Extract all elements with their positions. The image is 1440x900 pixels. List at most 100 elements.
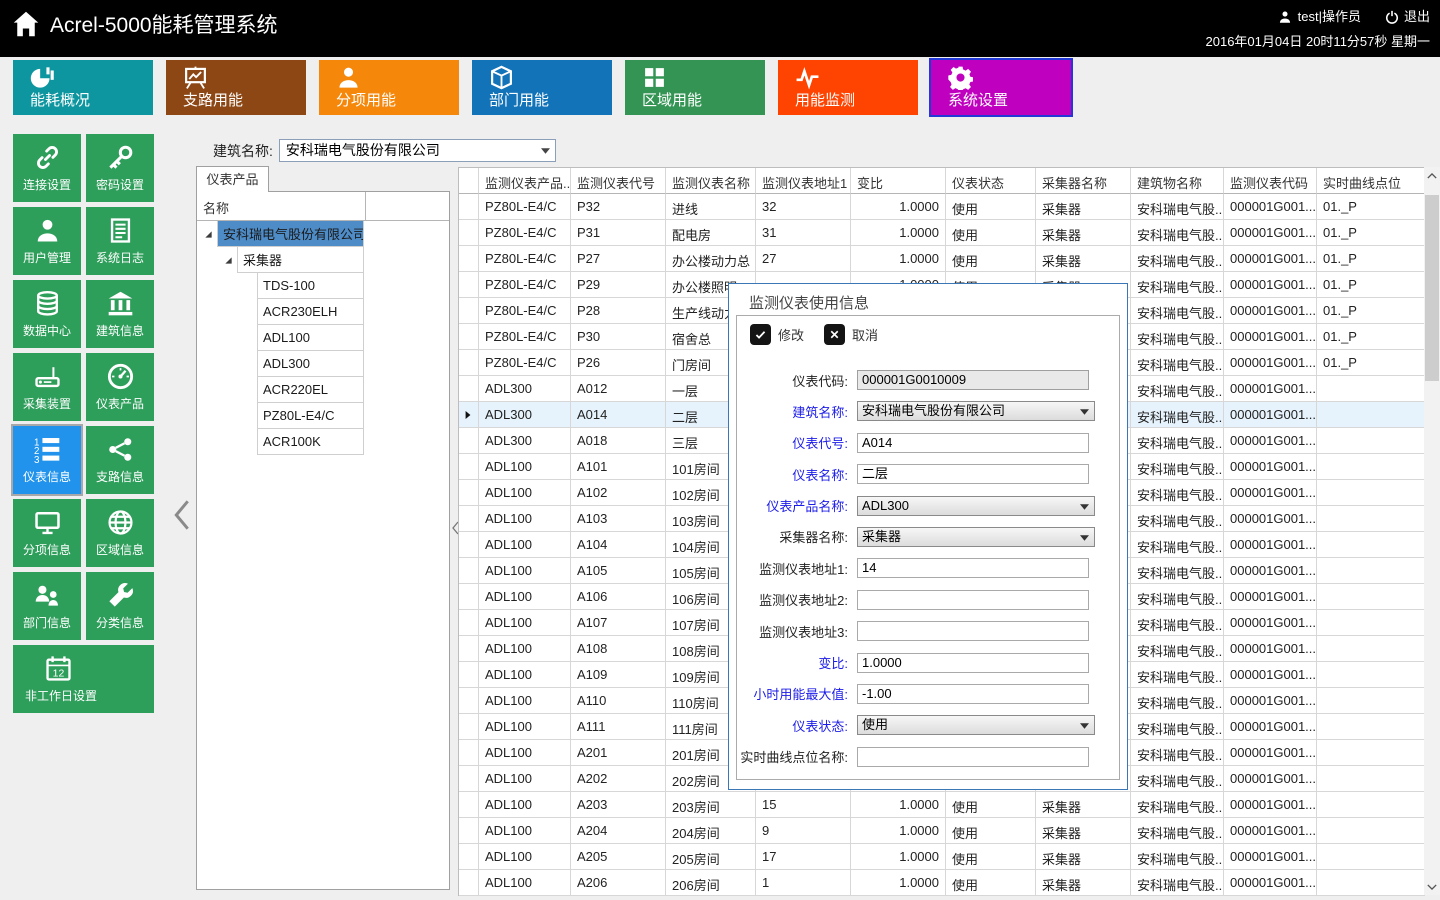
row-selector[interactable] <box>459 818 479 844</box>
tree-node-ACR100K[interactable]: ACR100K <box>257 429 364 455</box>
table-cell[interactable]: 安科瑞电气股... <box>1131 506 1224 532</box>
field-select-仪表状态:[interactable]: 使用 <box>857 715 1095 735</box>
table-cell[interactable]: P26 <box>571 350 666 376</box>
tree-node-TDS-100[interactable]: TDS-100 <box>257 273 364 299</box>
table-cell[interactable]: 000001G001... <box>1224 610 1317 636</box>
row-selector[interactable] <box>459 740 479 766</box>
row-selector[interactable] <box>459 194 479 220</box>
sidebar-item-仪表产品[interactable]: 仪表产品 <box>86 353 154 421</box>
scroll-up-button[interactable] <box>1424 167 1440 184</box>
nav-tile-区域用能[interactable]: 区域用能 <box>625 60 765 115</box>
table-cell[interactable]: 1.0000 <box>851 246 946 272</box>
field-input-实时曲线点位名称:[interactable] <box>857 747 1089 767</box>
table-cell[interactable]: 203房间 <box>666 792 756 818</box>
table-cell[interactable]: 安科瑞电气股... <box>1131 428 1224 454</box>
scroll-down-button[interactable] <box>1424 878 1440 895</box>
table-cell[interactable] <box>1317 662 1425 688</box>
table-cell[interactable]: A104 <box>571 532 666 558</box>
column-header-采集器名称[interactable]: 采集器名称 <box>1036 168 1131 194</box>
table-cell[interactable]: 安科瑞电气股... <box>1131 480 1224 506</box>
table-cell[interactable]: P32 <box>571 194 666 220</box>
table-cell[interactable]: 安科瑞电气股... <box>1131 558 1224 584</box>
table-cell[interactable]: A205 <box>571 844 666 870</box>
expander-open-icon[interactable] <box>224 256 233 265</box>
table-cell[interactable]: 27 <box>756 246 851 272</box>
table-cell[interactable]: A109 <box>571 662 666 688</box>
table-cell[interactable]: 206房间 <box>666 870 756 896</box>
table-cell[interactable] <box>1317 558 1425 584</box>
table-cell[interactable]: ADL100 <box>479 662 571 688</box>
table-cell[interactable]: 204房间 <box>666 818 756 844</box>
table-cell[interactable]: 1.0000 <box>851 870 946 896</box>
row-selector[interactable] <box>459 870 479 896</box>
table-cell[interactable]: 000001G001... <box>1224 558 1317 584</box>
nav-tile-能耗概况[interactable]: 能耗概况 <box>13 60 153 115</box>
dialog-button-修改[interactable]: 修改 <box>750 324 804 345</box>
table-cell[interactable]: 01._P <box>1317 246 1425 272</box>
table-cell[interactable]: PZ80L-E4/C <box>479 194 571 220</box>
row-selector[interactable] <box>459 532 479 558</box>
tree-node-ACR220EL[interactable]: ACR220EL <box>257 377 364 403</box>
row-selector[interactable] <box>459 714 479 740</box>
tree-node-ADL300[interactable]: ADL300 <box>257 351 364 377</box>
table-cell[interactable]: 使用 <box>946 220 1036 246</box>
row-selector[interactable] <box>459 298 479 324</box>
table-cell[interactable]: 000001G001... <box>1224 688 1317 714</box>
table-cell[interactable]: 000001G001... <box>1224 194 1317 220</box>
logout-button[interactable]: 退出 <box>1385 4 1430 29</box>
table-cell[interactable] <box>1317 818 1425 844</box>
table-cell[interactable]: ADL100 <box>479 636 571 662</box>
table-cell[interactable]: ADL100 <box>479 766 571 792</box>
table-cell[interactable]: 安科瑞电气股... <box>1131 532 1224 558</box>
table-cell[interactable]: ADL100 <box>479 688 571 714</box>
row-selector[interactable] <box>459 792 479 818</box>
field-select-采集器名称:[interactable]: 采集器 <box>857 527 1095 547</box>
table-cell[interactable]: PZ80L-E4/C <box>479 220 571 246</box>
table-cell[interactable]: 采集器 <box>1036 870 1131 896</box>
table-cell[interactable]: 01._P <box>1317 350 1425 376</box>
field-input-变比:[interactable]: 1.0000 <box>857 653 1089 673</box>
table-cell[interactable] <box>1317 506 1425 532</box>
column-header-监测仪表代码[interactable]: 监测仪表代码 <box>1224 168 1317 194</box>
sidebar-item-分项信息[interactable]: 分项信息 <box>13 499 81 567</box>
table-cell[interactable]: P31 <box>571 220 666 246</box>
table-cell[interactable]: A111 <box>571 714 666 740</box>
table-cell[interactable]: 采集器 <box>1036 792 1131 818</box>
table-cell[interactable]: A103 <box>571 506 666 532</box>
table-cell[interactable]: 安科瑞电气股... <box>1131 454 1224 480</box>
table-cell[interactable]: A018 <box>571 428 666 454</box>
table-cell[interactable]: P29 <box>571 272 666 298</box>
tree-node-安科瑞电气股份有限公司[interactable]: 安科瑞电气股份有限公司 <box>217 221 364 247</box>
table-cell[interactable]: A110 <box>571 688 666 714</box>
row-selector[interactable] <box>459 636 479 662</box>
table-cell[interactable]: 000001G001... <box>1224 350 1317 376</box>
table-cell[interactable]: 31 <box>756 220 851 246</box>
sidebar-item-区域信息[interactable]: 区域信息 <box>86 499 154 567</box>
table-cell[interactable]: PZ80L-E4/C <box>479 350 571 376</box>
table-cell[interactable]: 使用 <box>946 194 1036 220</box>
tree-column-header[interactable]: 名称 <box>197 192 366 220</box>
column-header-仪表状态[interactable]: 仪表状态 <box>946 168 1036 194</box>
table-cell[interactable]: 安科瑞电气股... <box>1131 792 1224 818</box>
row-selector[interactable] <box>459 688 479 714</box>
table-cell[interactable]: 205房间 <box>666 844 756 870</box>
building-select[interactable]: 安科瑞电气股份有限公司 <box>279 139 556 162</box>
table-cell[interactable]: 000001G001... <box>1224 714 1317 740</box>
row-selector[interactable] <box>459 246 479 272</box>
table-cell[interactable]: PZ80L-E4/C <box>479 298 571 324</box>
table-cell[interactable]: 采集器 <box>1036 818 1131 844</box>
field-input-仪表代号:[interactable]: A014 <box>857 433 1089 453</box>
row-selector[interactable] <box>459 454 479 480</box>
row-selector[interactable] <box>459 402 479 428</box>
row-selector[interactable] <box>459 350 479 376</box>
column-header-建筑物名称[interactable]: 建筑物名称 <box>1131 168 1224 194</box>
row-selector[interactable] <box>459 324 479 350</box>
table-cell[interactable]: 安科瑞电气股... <box>1131 272 1224 298</box>
table-cell[interactable]: 安科瑞电气股... <box>1131 844 1224 870</box>
table-cell[interactable]: 01._P <box>1317 298 1425 324</box>
table-cell[interactable]: ADL100 <box>479 558 571 584</box>
table-cell[interactable]: ADL100 <box>479 844 571 870</box>
table-cell[interactable]: ADL300 <box>479 376 571 402</box>
table-cell[interactable] <box>1317 480 1425 506</box>
table-cell[interactable]: 安科瑞电气股... <box>1131 324 1224 350</box>
